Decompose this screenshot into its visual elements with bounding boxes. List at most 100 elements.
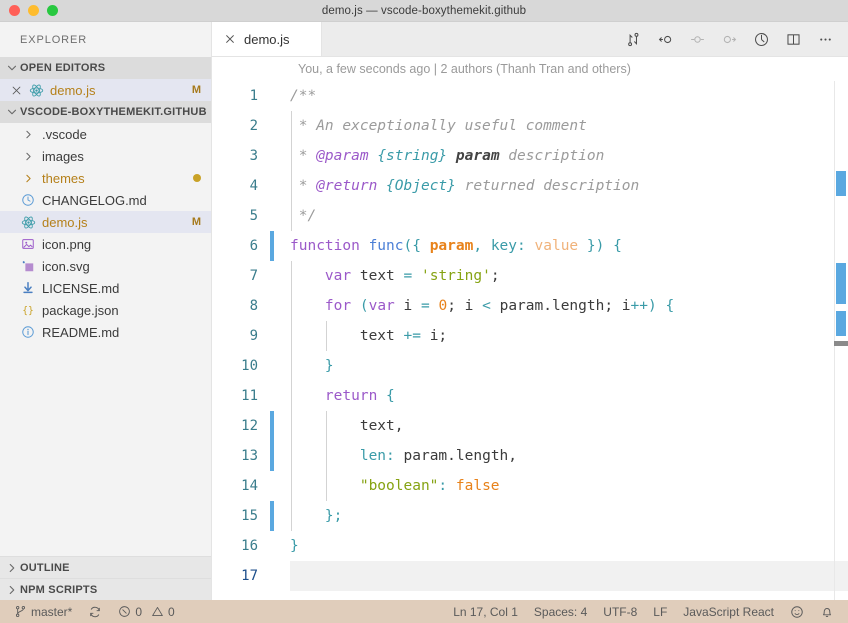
download-icon xyxy=(20,280,36,296)
status-source-control[interactable]: master* xyxy=(6,600,80,623)
code-line[interactable]: 3 * @param {string} param description xyxy=(212,141,848,171)
editor-scrollbar-thumb[interactable] xyxy=(834,341,848,346)
file-tree-item-readme[interactable]: README.md xyxy=(0,321,211,343)
code-line[interactable]: 17 xyxy=(212,561,848,591)
code-line[interactable]: 1 /** xyxy=(212,81,848,111)
code-line[interactable]: 2 * An exceptionally useful comment xyxy=(212,111,848,141)
tab-demo-js[interactable]: demo.js xyxy=(212,22,322,56)
previous-change-icon[interactable] xyxy=(656,30,674,48)
chevron-right-icon[interactable] xyxy=(20,148,36,164)
status-notifications[interactable] xyxy=(812,600,842,623)
code-token: text xyxy=(351,268,404,284)
code-line-content: * An exceptionally useful comment xyxy=(290,111,848,141)
status-editor-indentation[interactable]: Spaces: 4 xyxy=(526,600,595,623)
code-line[interactable]: 16} xyxy=(212,531,848,561)
git-modified-indicator xyxy=(270,411,274,441)
code-line[interactable]: 15 }; xyxy=(212,501,848,531)
line-number: 17 xyxy=(241,568,258,584)
explorer-title: EXPLORER xyxy=(20,33,88,46)
line-number: 13 xyxy=(241,448,258,464)
status-editor-language[interactable]: JavaScript React xyxy=(675,600,782,623)
file-tree-item-themes[interactable]: themes xyxy=(0,167,211,189)
info-icon xyxy=(20,324,36,340)
code-line[interactable]: 6 function func({ param, key: value }) { xyxy=(212,231,848,261)
code-tokens: return { xyxy=(290,388,395,404)
file-tree-item-vscode[interactable]: .vscode xyxy=(0,123,211,145)
code-token: param xyxy=(429,238,474,254)
section-header-open-editors[interactable]: OPEN EDITORS xyxy=(0,57,211,79)
overview-ruler[interactable] xyxy=(834,81,848,600)
indent-guide xyxy=(291,501,292,531)
indent-guide xyxy=(325,441,327,471)
file-tree-item-demo-js[interactable]: demo.js M xyxy=(0,211,211,233)
code-line[interactable]: 7 var text = 'string'; xyxy=(212,261,848,291)
line-number: 9 xyxy=(249,328,258,344)
chevron-right-icon[interactable] xyxy=(20,126,36,142)
close-icon[interactable] xyxy=(8,82,24,98)
code-token: "boolean" xyxy=(359,478,439,494)
code-line[interactable]: 11 return { xyxy=(212,381,848,411)
more-actions-icon[interactable] xyxy=(816,30,834,48)
code-line[interactable]: 8 for (var i = 0; i < param.length; i++)… xyxy=(212,291,848,321)
code-editor[interactable]: 1/** 2 * An exceptionally useful comment 3… xyxy=(212,81,848,600)
section-header-npm-scripts[interactable]: NPM SCRIPTS xyxy=(0,578,211,600)
gutter-spacer xyxy=(270,291,274,321)
open-editor-demo-js[interactable]: demo.js M xyxy=(0,79,211,101)
code-line[interactable]: 9 text += i; xyxy=(212,321,848,351)
maximize-button[interactable] xyxy=(47,5,58,16)
code-token: @return xyxy=(316,178,378,194)
code-token: ({ xyxy=(403,238,430,254)
status-editor-position[interactable]: Ln 17, Col 1 xyxy=(445,600,526,623)
bell-icon xyxy=(820,605,834,619)
code-line[interactable]: 13 len: param.length, xyxy=(212,441,848,471)
line-number: 15 xyxy=(241,508,258,524)
close-icon[interactable] xyxy=(224,33,236,45)
close-button[interactable] xyxy=(9,5,20,16)
compare-changes-icon[interactable] xyxy=(624,30,642,48)
code-line[interactable]: 5 */ xyxy=(212,201,848,231)
split-editor-icon[interactable] xyxy=(784,30,802,48)
indent-guide xyxy=(291,351,292,381)
gutter-spacer xyxy=(270,111,274,141)
indent-guide xyxy=(291,261,292,291)
section-header-folder[interactable]: VSCODE-BOXYTHEMEKIT.GITHUB xyxy=(0,101,211,123)
minimize-button[interactable] xyxy=(28,5,39,16)
file-tree-item-license[interactable]: LICENSE.md xyxy=(0,277,211,299)
toggle-blame-icon[interactable] xyxy=(752,30,770,48)
status-feedback[interactable] xyxy=(782,600,812,623)
code-token: ++ xyxy=(630,298,649,314)
status-bar: master* 0 0 Ln 17, Col 1 Spaces: 4 UTF-8… xyxy=(0,600,848,623)
code-line[interactable]: 4 * @return {Object} returned descriptio… xyxy=(212,171,848,201)
code-line[interactable]: 10 } xyxy=(212,351,848,381)
chevron-down-icon xyxy=(4,104,20,120)
code-line-content: } xyxy=(290,351,848,381)
image-icon xyxy=(20,236,36,252)
code-tokens: } xyxy=(290,358,334,374)
status-problems[interactable]: 0 0 xyxy=(110,600,182,623)
next-change-icon[interactable] xyxy=(720,30,738,48)
section-header-outline[interactable]: OUTLINE xyxy=(0,556,211,578)
chevron-right-icon[interactable] xyxy=(20,170,36,186)
code-line-content: }; xyxy=(290,501,848,531)
warning-icon xyxy=(151,605,164,618)
file-tree-item-changelog[interactable]: CHANGELOG.md xyxy=(0,189,211,211)
code-tokens: text += i; xyxy=(290,328,447,344)
file-tree-item-images[interactable]: images xyxy=(0,145,211,167)
indent-guide xyxy=(291,171,292,201)
file-tree-item-icon-png[interactable]: icon.png xyxy=(0,233,211,255)
git-branch-icon xyxy=(14,605,27,618)
line-number: 3 xyxy=(249,148,258,164)
status-editor-encoding[interactable]: UTF-8 xyxy=(595,600,645,623)
code-line[interactable]: 14 "boolean": false xyxy=(212,471,848,501)
status-editor-eol[interactable]: LF xyxy=(645,600,675,623)
code-tokens: * @return {Object} returned description xyxy=(290,178,640,194)
file-tree-item-package-json[interactable]: {} package.json xyxy=(0,299,211,321)
code-line[interactable]: 12 text, xyxy=(212,411,848,441)
current-change-icon[interactable] xyxy=(688,30,706,48)
file-tree-item-icon-svg[interactable]: icon.svg xyxy=(0,255,211,277)
chevron-right-icon xyxy=(4,560,20,576)
code-line-content: "boolean": false xyxy=(290,471,848,501)
code-token: key xyxy=(490,238,518,254)
status-sync-changes[interactable] xyxy=(80,600,110,623)
